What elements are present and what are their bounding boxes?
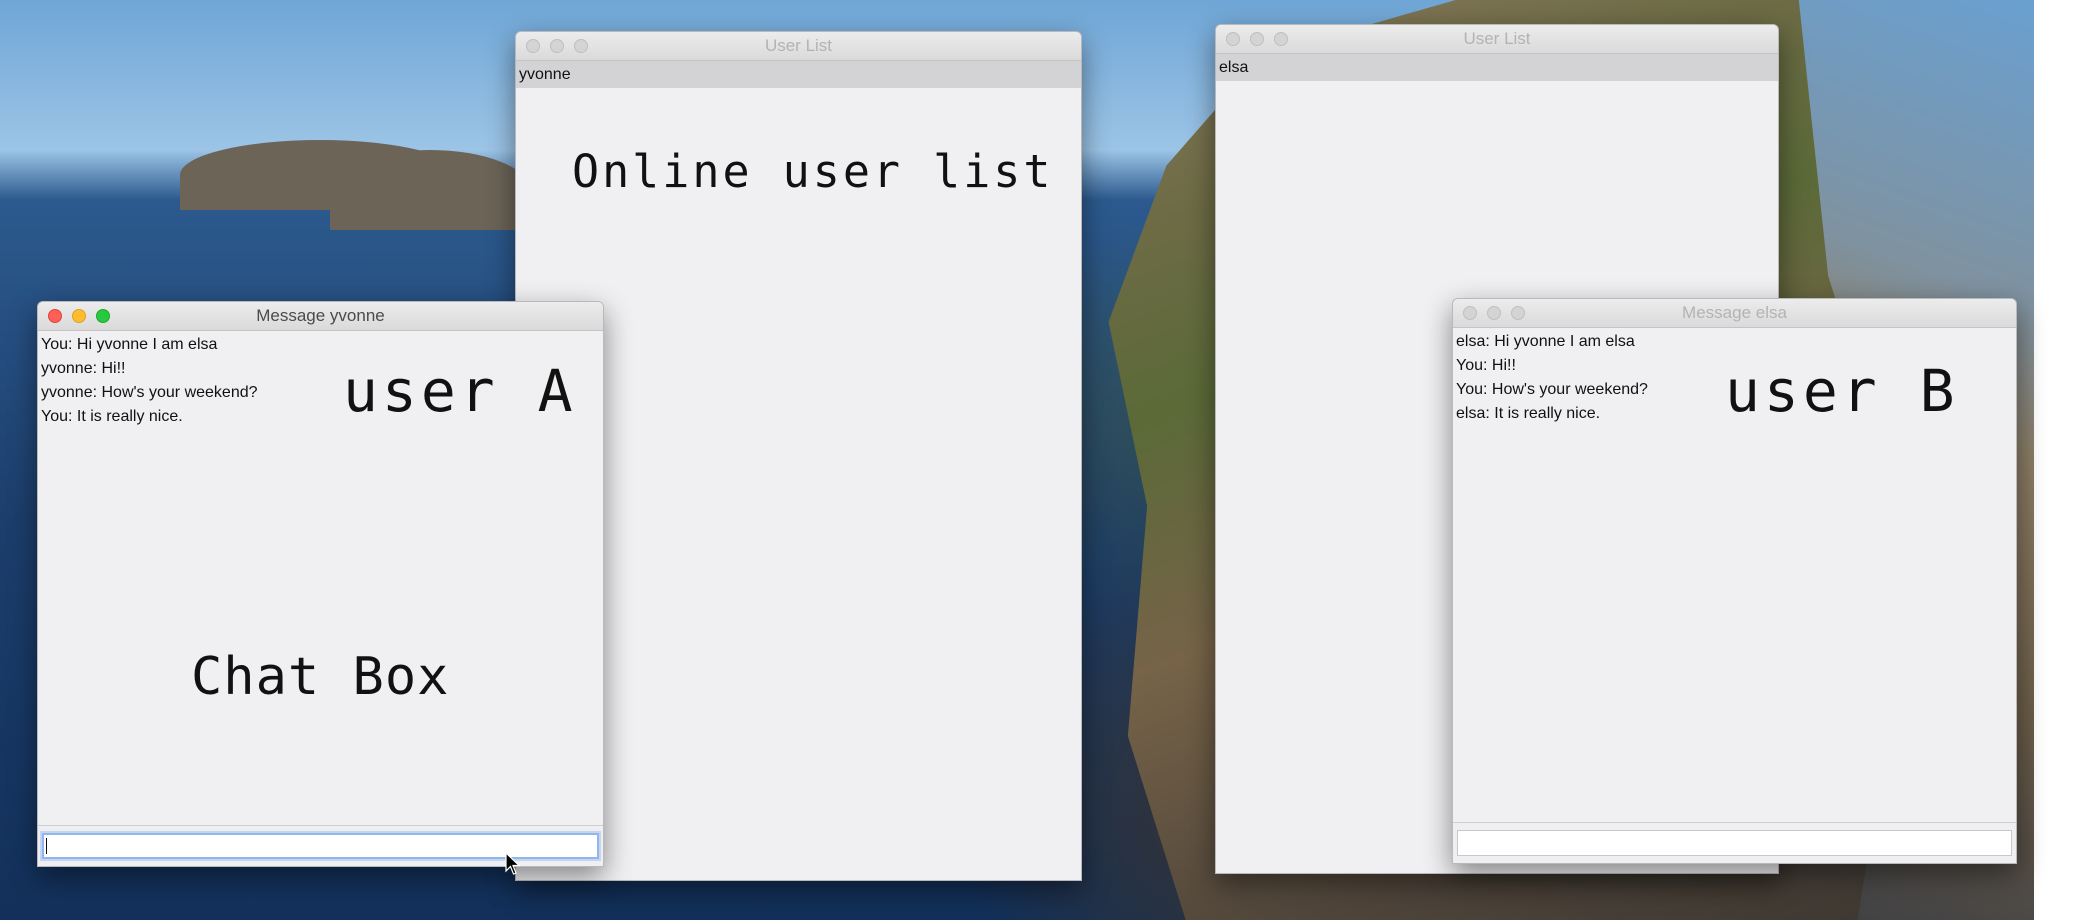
chat-titlebar[interactable]: Message elsa [1453,299,2016,328]
text-caret [46,838,47,854]
window-close-icon[interactable] [48,309,62,323]
window-title: Message yvonne [256,306,385,325]
chat-message: You: Hi yvonne I am elsa [41,336,218,353]
island-hill [330,150,530,230]
chat-input-bar [1453,822,2016,863]
window-close-icon[interactable] [526,39,540,53]
user-list-titlebar[interactable]: User List [1216,25,1778,54]
user-list-item-yvonne[interactable]: yvonne [516,61,1081,88]
chat-window-b[interactable]: Message elsa elsa: Hi yvonne I am elsa Y… [1452,298,2017,864]
window-title: Message elsa [1682,303,1787,322]
user-b-annotation: user B [1725,357,1959,425]
chat-titlebar[interactable]: Message yvonne [38,302,603,331]
window-title: User List [1463,29,1531,48]
window-maximize-icon[interactable] [574,39,588,53]
window-minimize-icon[interactable] [1487,306,1501,320]
window-minimize-icon[interactable] [72,309,86,323]
online-user-list-annotation: Online user list [572,145,1054,198]
window-title: User List [764,36,833,55]
window-controls [526,39,588,53]
window-maximize-icon[interactable] [96,309,110,323]
window-controls [48,309,110,323]
chat-window-a[interactable]: Message yvonne You: Hi yvonne I am elsa … [37,301,604,867]
chat-message: elsa: Hi yvonne I am elsa [1456,333,1635,350]
window-controls [1463,306,1525,320]
window-maximize-icon[interactable] [1511,306,1525,320]
window-minimize-icon[interactable] [1250,32,1264,46]
window-controls [1226,32,1288,46]
user-list-titlebar[interactable]: User List [516,32,1081,61]
user-a-annotation: user A [343,357,577,425]
message-input[interactable] [1457,830,2012,856]
chat-box-annotation: Chat Box [191,647,450,707]
window-close-icon[interactable] [1463,306,1477,320]
window-close-icon[interactable] [1226,32,1240,46]
mouse-pointer-icon [505,852,521,875]
window-minimize-icon[interactable] [550,39,564,53]
user-list-item-elsa[interactable]: elsa [1216,54,1778,81]
window-maximize-icon[interactable] [1274,32,1288,46]
